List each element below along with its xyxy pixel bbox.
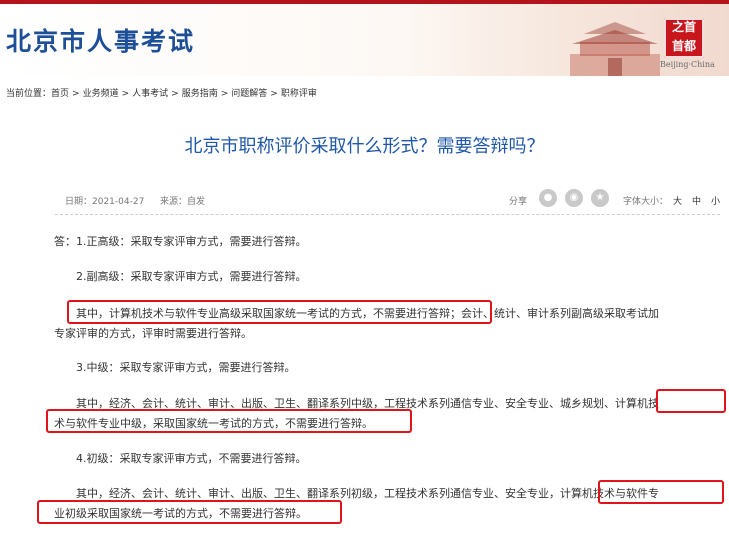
breadcrumb-item-home[interactable]: 首页 <box>51 89 69 99</box>
breadcrumb-item-faq[interactable]: 问题解答 <box>231 89 267 99</box>
capital-seal-logo: 之首 首都 <box>664 18 704 58</box>
breadcrumb-item-title-review[interactable]: 职称评审 <box>281 89 317 99</box>
wechat-icon[interactable]: ● <box>539 189 557 207</box>
share-label: 分享 <box>509 197 528 207</box>
site-title[interactable]: 北京市人事考试 <box>6 22 195 58</box>
breadcrumb-item-guide[interactable]: 服务指南 <box>182 89 218 99</box>
breadcrumb-separator: > <box>270 89 278 99</box>
article-meta-bar: 日期：2021-04-27 来源：自发 分享 ● ◉ ★ 字体大小： 大 中 小 <box>55 188 720 215</box>
article-date: 日期：2021-04-27 <box>65 197 145 207</box>
paragraph-junior-detail: 其中，经济、会计、统计、审计、出版、卫生、翻译系列初级，工程技术系列通信专业、安… <box>76 487 659 500</box>
breadcrumb-separator: > <box>171 89 179 99</box>
breadcrumb-separator: > <box>220 89 229 99</box>
breadcrumb-separator: > <box>121 89 130 99</box>
font-size-label: 字体大小： <box>623 197 669 207</box>
paragraph-junior: 4.初级：采取专家评审方式，不需要进行答辩。 <box>76 452 307 465</box>
highlight-box-junior-software-start <box>598 480 724 504</box>
paragraph-vice-senior-detail-cont: 专家评审的方式，评审时需要进行答辩。 <box>54 327 252 340</box>
highlight-box-senior-software <box>67 300 492 324</box>
header-top-line <box>0 0 729 4</box>
breadcrumb-separator: > <box>72 89 80 99</box>
font-size-large-button[interactable]: 大 <box>673 194 682 207</box>
breadcrumb-prefix: 当前位置： <box>6 89 52 99</box>
site-header: 北京市人事考试 之首 首都 Beijing·China <box>0 0 729 76</box>
breadcrumb-item-exam[interactable]: 人事考试 <box>132 89 168 99</box>
font-size-small-button[interactable]: 小 <box>711 194 720 207</box>
article-title: 北京市职称评价采取什么形式？需要答辩吗？ <box>184 136 545 157</box>
highlight-box-intermediate-software-end <box>46 409 412 433</box>
qzone-icon[interactable]: ★ <box>591 189 609 207</box>
breadcrumb: 当前位置：首页 > 业务频道 > 人事考试 > 服务指南 > 问题解答 > 职称评审 <box>6 86 317 99</box>
paragraph-intermediate: 3.中级：采取专家评审方式，需要进行答辩。 <box>76 361 296 374</box>
highlight-box-intermediate-software-start <box>656 389 726 413</box>
highlight-box-junior-software-end <box>37 500 342 524</box>
breadcrumb-item-business[interactable]: 业务频道 <box>83 89 119 99</box>
article-source: 来源：自发 <box>160 197 206 207</box>
seal-caption: Beijing·China <box>660 60 715 69</box>
tiananmen-icon <box>570 22 660 76</box>
weibo-icon[interactable]: ◉ <box>565 189 583 207</box>
paragraph-vice-senior: 2.副高级：采取专家评审方式，需要进行答辩。 <box>76 270 307 283</box>
font-size-medium-button[interactable]: 中 <box>692 194 701 207</box>
paragraph-senior: 答：1.正高级：采取专家评审方式，需要进行答辩。 <box>54 235 307 248</box>
